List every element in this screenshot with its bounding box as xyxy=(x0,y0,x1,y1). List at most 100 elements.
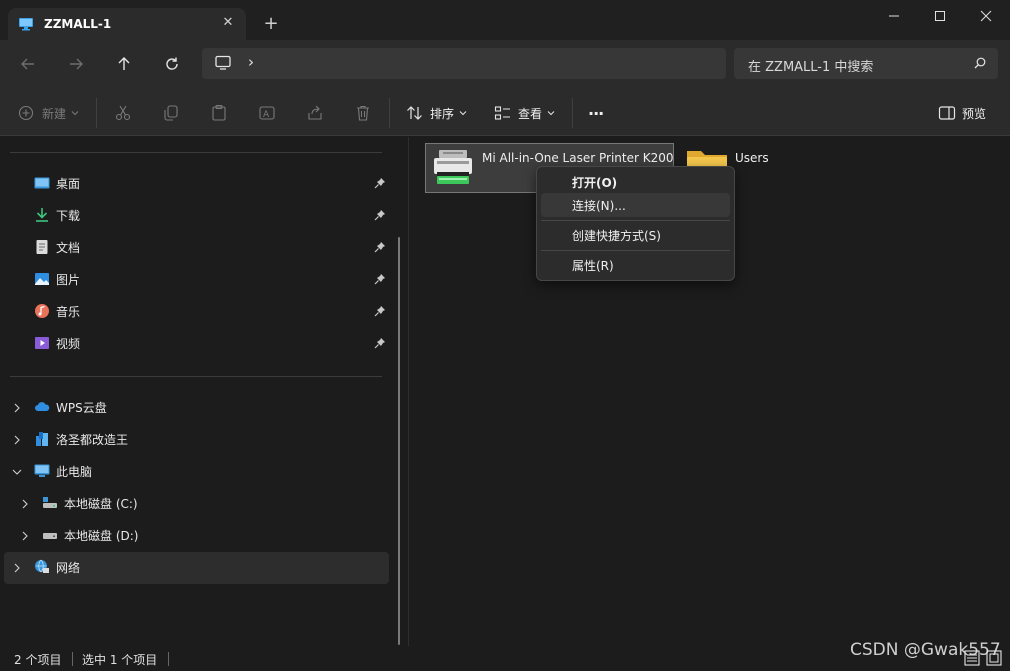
new-tab-button[interactable]: + xyxy=(260,14,282,36)
svg-text:A: A xyxy=(263,110,270,120)
sidebar-item-desktop[interactable]: 桌面 xyxy=(34,171,394,195)
sidebar-item-drive-d[interactable]: 本地磁盘 (D:) xyxy=(42,521,138,549)
pin-icon[interactable] xyxy=(374,177,386,189)
desktop-icon xyxy=(34,177,50,189)
address-bar[interactable]: › xyxy=(202,48,726,79)
pin-icon[interactable] xyxy=(374,305,386,317)
item-count: 2 个项目 xyxy=(14,653,62,667)
pin-icon[interactable] xyxy=(374,241,386,253)
chevron-right-icon[interactable] xyxy=(20,499,30,509)
rename-icon: A xyxy=(259,106,275,120)
selected-count: 选中 1 个项目 xyxy=(82,653,158,667)
new-button[interactable]: 新建 xyxy=(18,100,79,126)
menu-item-properties[interactable]: 属性(R) xyxy=(541,253,730,277)
paste-button[interactable] xyxy=(210,100,228,126)
back-button[interactable] xyxy=(14,50,42,78)
sidebar-item-user-folder[interactable]: 洛圣都改造王 xyxy=(34,425,128,453)
menu-item-connect[interactable]: 连接(N)... xyxy=(541,193,730,217)
onedrive-icon xyxy=(36,432,48,446)
sidebar-item-documents[interactable]: 文档 xyxy=(34,235,394,259)
sidebar-item-label: 桌面 xyxy=(56,176,81,191)
sidebar-item-label: 视频 xyxy=(56,336,81,351)
close-window-button[interactable] xyxy=(963,2,1009,30)
chevron-right-icon[interactable] xyxy=(12,435,22,445)
sort-button[interactable]: 排序 xyxy=(406,100,467,126)
up-button[interactable] xyxy=(110,50,138,78)
forward-button[interactable] xyxy=(62,50,90,78)
tab-zzmall[interactable]: ZZMALL-1 ✕ xyxy=(8,8,246,40)
minimize-button[interactable] xyxy=(871,2,917,30)
preview-pane-button[interactable]: 预览 xyxy=(938,100,986,126)
sidebar-scrollbar[interactable] xyxy=(398,237,400,645)
command-bar: 新建 A 排序 查看 ··· 预览 xyxy=(0,88,1010,136)
sidebar-item-label: 本地磁盘 (D:) xyxy=(64,528,139,543)
drive-c-icon xyxy=(43,497,57,508)
details-view-icon[interactable] xyxy=(964,650,980,666)
cut-button[interactable] xyxy=(114,100,132,126)
copy-button[interactable] xyxy=(162,100,180,126)
refresh-icon xyxy=(166,57,178,70)
sidebar-item-drive-c[interactable]: 本地磁盘 (C:) xyxy=(42,489,138,517)
toolbar-divider xyxy=(389,98,390,128)
pin-icon[interactable] xyxy=(374,273,386,285)
maximize-button[interactable] xyxy=(917,2,963,30)
scissors-icon xyxy=(115,105,131,121)
sidebar-item-label: 网络 xyxy=(56,560,81,575)
breadcrumb-separator[interactable]: › xyxy=(248,53,254,71)
tab-title: ZZMALL-1 xyxy=(44,17,112,31)
arrow-left-icon xyxy=(21,58,34,70)
sidebar-item-label: 洛圣都改造王 xyxy=(56,432,129,447)
chevron-right-icon[interactable] xyxy=(12,563,22,573)
sidebar-item-pictures[interactable]: 图片 xyxy=(34,267,394,291)
menu-divider xyxy=(541,250,730,251)
status-divider xyxy=(72,652,73,666)
refresh-button[interactable] xyxy=(158,50,186,78)
minimize-icon xyxy=(889,15,899,17)
maximize-icon xyxy=(935,11,945,21)
close-icon xyxy=(980,10,992,22)
download-icon xyxy=(36,208,48,222)
pin-icon[interactable] xyxy=(374,209,386,221)
close-tab-button[interactable]: ✕ xyxy=(220,15,236,31)
delete-button[interactable] xyxy=(354,100,372,126)
sidebar-item-downloads[interactable]: 下载 xyxy=(34,203,394,227)
printer-icon xyxy=(434,150,472,184)
picture-icon xyxy=(35,273,49,285)
sidebar-item-label: 本地磁盘 (C:) xyxy=(64,496,138,511)
search-placeholder: 在 ZZMALL-1 中搜索 xyxy=(748,60,874,75)
copy-icon xyxy=(164,105,178,121)
monitor-icon xyxy=(19,18,33,31)
more-options-button[interactable]: ··· xyxy=(588,100,604,126)
tiles-view-icon[interactable] xyxy=(986,650,1002,666)
menu-item-create-shortcut[interactable]: 创建快捷方式(S) xyxy=(541,223,730,247)
video-icon xyxy=(35,337,49,349)
title-bar: ZZMALL-1 ✕ + xyxy=(0,0,1010,40)
rename-button[interactable]: A xyxy=(258,100,276,126)
view-button[interactable]: 查看 xyxy=(494,100,555,126)
sidebar-item-music[interactable]: 音乐 xyxy=(34,299,394,323)
search-box[interactable]: 在 ZZMALL-1 中搜索 xyxy=(734,48,998,79)
sidebar-item-label: 音乐 xyxy=(56,304,81,319)
chevron-right-icon[interactable] xyxy=(12,403,22,413)
trash-icon xyxy=(357,105,369,121)
sidebar-item-this-pc[interactable]: 此电脑 xyxy=(34,457,92,485)
menu-item-open[interactable]: 打开(O) xyxy=(541,170,730,194)
toolbar-divider xyxy=(572,98,573,128)
this-pc-icon xyxy=(34,464,50,477)
pin-icon[interactable] xyxy=(374,337,386,349)
sidebar-item-videos[interactable]: 视频 xyxy=(34,331,394,355)
search-icon xyxy=(974,57,986,69)
music-icon xyxy=(35,304,49,318)
sidebar-item-wps-cloud[interactable]: WPS云盘 xyxy=(34,393,107,421)
status-divider xyxy=(168,652,169,666)
chevron-down-icon[interactable] xyxy=(12,467,22,477)
cloud-icon xyxy=(35,402,50,411)
share-button[interactable] xyxy=(306,100,324,126)
new-label: 新建 xyxy=(42,106,67,121)
network-icon xyxy=(35,559,49,573)
sort-label: 排序 xyxy=(430,106,455,121)
sidebar-item-network-label[interactable]: 网络 xyxy=(34,553,80,581)
arrow-right-icon xyxy=(70,58,83,70)
chevron-right-icon[interactable] xyxy=(20,531,30,541)
sidebar-divider xyxy=(10,152,382,153)
